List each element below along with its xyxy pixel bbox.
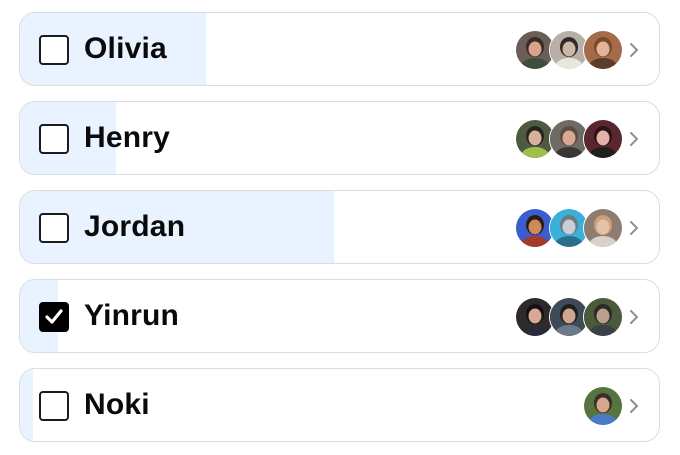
list-item[interactable]: Henry [19,101,660,175]
contact-name: Noki [84,388,150,421]
list-item[interactable]: Noki [19,368,660,442]
list-item[interactable]: Yinrun [19,279,660,353]
chevron-right-icon [630,221,638,235]
avatar [583,208,623,248]
avatar [583,297,623,337]
avatar-group [583,386,623,426]
chevron-right-icon [630,132,638,146]
checkbox-icon[interactable] [39,302,69,332]
contact-list: Olivia Henry Jordan Yinrun Noki [0,0,680,455]
avatar-group [515,297,623,337]
chevron-right-icon [630,43,638,57]
contact-name: Jordan [84,210,186,243]
avatar [583,386,623,426]
checkbox-icon[interactable] [39,391,69,421]
avatar-group [515,208,623,248]
checkbox-icon[interactable] [39,213,69,243]
avatar-group [515,119,623,159]
avatar [583,119,623,159]
checkbox-icon[interactable] [39,124,69,154]
contact-name: Olivia [84,32,167,65]
contact-name: Henry [84,121,171,154]
checkbox-icon[interactable] [39,35,69,65]
avatar-group [515,30,623,70]
list-item[interactable]: Jordan [19,190,660,264]
contact-name: Yinrun [84,299,180,332]
chevron-right-icon [630,399,638,413]
chevron-right-icon [630,310,638,324]
checkmark-icon [45,309,63,324]
avatar [583,30,623,70]
progress-fill [20,369,33,441]
list-item[interactable]: Olivia [19,12,660,86]
